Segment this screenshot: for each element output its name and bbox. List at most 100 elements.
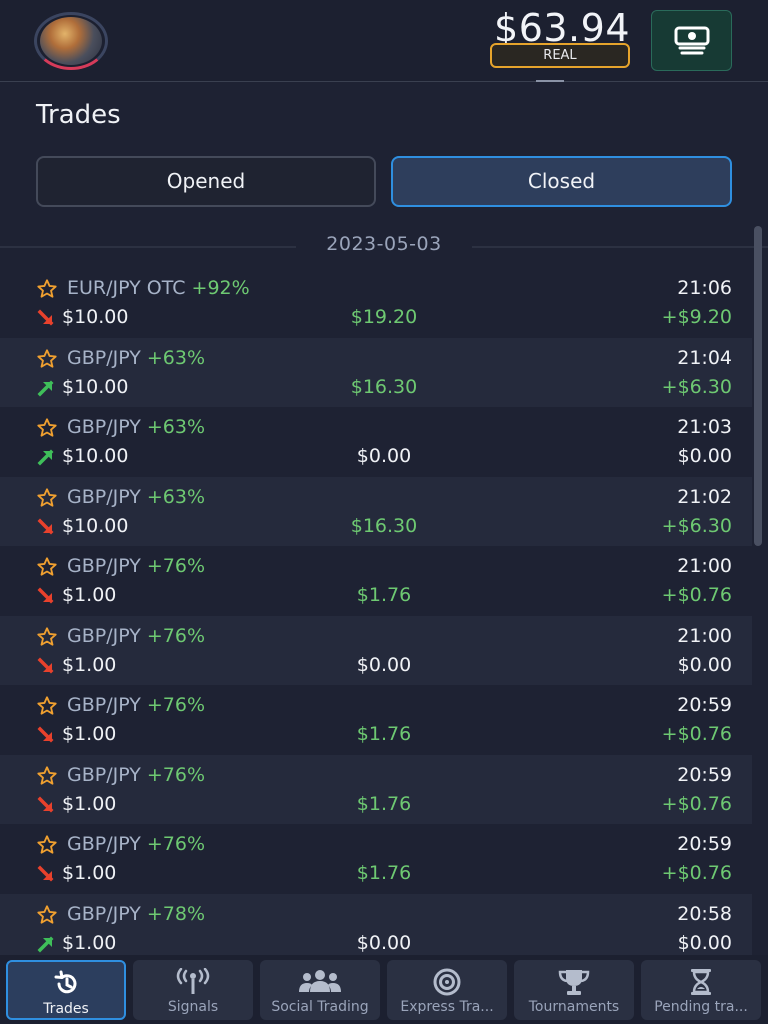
payout-percent: +76% [146, 763, 206, 786]
date-label: 2023-05-03 [326, 233, 442, 255]
trade-profit: $0.00 [677, 653, 732, 676]
trade-row[interactable]: GBP/JPY +78% 20:58 $1.00 $0.00 $0.00 [0, 893, 752, 963]
trade-time: 21:00 [677, 624, 732, 647]
trade-list[interactable]: EUR/JPY OTC +92% 21:06 $10.00 $19.20 +$9.… [0, 268, 752, 963]
star-icon[interactable] [36, 556, 58, 578]
nav-social-trading[interactable]: Social Trading [260, 960, 380, 1020]
trade-row[interactable]: GBP/JPY +63% 21:02 $10.00 $16.30 +$6.30 [0, 476, 752, 546]
history-icon [54, 970, 77, 994]
cash-stack-icon [674, 26, 709, 54]
avatar-level-ring [34, 12, 108, 70]
trade-amount: $10.00 [62, 445, 129, 467]
asset-pair: GBP/JPY [67, 485, 141, 508]
cashier-button[interactable] [651, 10, 732, 71]
trade-time: 21:06 [677, 277, 732, 299]
page-title: Trades [36, 100, 121, 130]
user-avatar[interactable] [34, 12, 108, 70]
scrollbar[interactable] [754, 226, 762, 546]
star-icon[interactable] [36, 765, 58, 787]
payout-percent: +92% [191, 277, 250, 299]
payout-percent: +63% [146, 416, 206, 438]
nav-pending-trades[interactable]: Pending tra... [641, 960, 761, 1020]
nav-tournaments[interactable]: Tournaments [514, 960, 634, 1020]
tab-closed[interactable]: Closed [391, 156, 732, 207]
asset-pair: GBP/JPY [67, 416, 141, 438]
signal-tower-icon [176, 968, 210, 994]
arrow-down-right-icon [37, 309, 54, 326]
arrow-down-right-icon [37, 587, 54, 604]
trade-row[interactable]: GBP/JPY +63% 21:04 $10.00 $16.30 +$6.30 [0, 337, 752, 407]
trade-payout: $1.76 [356, 862, 412, 884]
nav-label: Tournaments [528, 999, 620, 1015]
payout-percent: +76% [146, 555, 206, 577]
asset-pair: GBP/JPY [67, 346, 141, 369]
date-separator: 2023-05-03 [0, 230, 768, 260]
trade-amount: $1.00 [62, 931, 117, 954]
star-icon[interactable] [36, 417, 58, 439]
arrow-down-right-icon [37, 865, 54, 882]
star-icon[interactable] [36, 904, 58, 926]
trade-time: 20:59 [677, 833, 732, 855]
arrow-up-right-icon [37, 380, 54, 396]
trade-profit: +$9.20 [661, 306, 732, 328]
trade-amount: $1.00 [62, 792, 117, 815]
star-icon[interactable] [36, 278, 58, 300]
trade-profit: +$6.30 [661, 514, 732, 537]
star-icon[interactable] [36, 695, 58, 717]
divider [472, 246, 768, 248]
asset-pair: GBP/JPY [67, 694, 141, 716]
top-header: $63.94 REAL [0, 0, 768, 82]
trade-amount: $1.00 [62, 584, 117, 606]
trade-profit: +$0.76 [661, 792, 732, 815]
trade-time: 21:03 [677, 416, 732, 438]
trade-payout: $1.76 [356, 792, 412, 815]
payout-percent: +63% [146, 346, 206, 369]
trade-profit: +$0.76 [661, 584, 732, 606]
trade-profit: +$0.76 [661, 862, 732, 884]
asset-pair: GBP/JPY [67, 763, 141, 786]
trade-payout: $1.76 [356, 584, 412, 606]
trade-profit: $0.00 [677, 445, 732, 467]
nav-signals[interactable]: Signals [133, 960, 253, 1020]
arrow-up-right-icon [37, 449, 54, 466]
trade-row[interactable]: GBP/JPY +76% 20:59 $1.00 $1.76 +$0.76 [0, 754, 752, 824]
trade-row[interactable]: GBP/JPY +76% 20:59 $1.00 $1.76 +$0.76 [0, 685, 752, 755]
payout-percent: +78% [146, 902, 206, 925]
bottom-nav: Trades Signals Social Trading Express Tr… [0, 955, 768, 1024]
trade-amount: $1.00 [62, 723, 117, 745]
trophy-icon [558, 970, 590, 995]
trade-row[interactable]: GBP/JPY +76% 21:00 $1.00 $0.00 $0.00 [0, 615, 752, 685]
tab-opened[interactable]: Opened [36, 156, 376, 207]
payout-percent: +76% [146, 624, 206, 647]
payout-percent: +76% [146, 833, 206, 855]
trade-row[interactable]: GBP/JPY +63% 21:03 $10.00 $0.00 $0.00 [0, 407, 752, 477]
asset-pair: GBP/JPY [67, 555, 141, 577]
account-mode-badge[interactable]: REAL [490, 43, 630, 68]
target-icon [433, 968, 461, 996]
payout-percent: +63% [146, 485, 206, 508]
arrow-up-right-icon [37, 936, 54, 952]
trade-time: 20:58 [677, 902, 732, 925]
trade-payout: $1.76 [356, 723, 412, 745]
payout-percent: +76% [146, 694, 206, 716]
star-icon[interactable] [36, 626, 58, 648]
nav-express-trades[interactable]: Express Tra... [387, 960, 507, 1020]
nav-label: Signals [167, 999, 219, 1015]
trade-amount: $10.00 [62, 306, 129, 328]
star-icon[interactable] [36, 834, 58, 856]
trade-profit: +$0.76 [661, 723, 732, 745]
trade-row[interactable]: GBP/JPY +76% 21:00 $1.00 $1.76 +$0.76 [0, 546, 752, 616]
arrow-down-right-icon [37, 726, 54, 743]
trade-amount: $10.00 [62, 375, 129, 398]
trade-row[interactable]: GBP/JPY +76% 20:59 $1.00 $1.76 +$0.76 [0, 824, 752, 894]
trade-amount: $1.00 [62, 653, 117, 676]
star-icon[interactable] [36, 348, 58, 370]
trade-time: 20:59 [677, 763, 732, 786]
trade-payout: $0.00 [356, 653, 412, 676]
nav-trades[interactable]: Trades [6, 960, 126, 1020]
people-icon [299, 970, 341, 992]
trade-amount: $1.00 [62, 862, 117, 884]
trade-profit: +$6.30 [661, 375, 732, 398]
star-icon[interactable] [36, 487, 58, 509]
trade-row[interactable]: EUR/JPY OTC +92% 21:06 $10.00 $19.20 +$9.… [0, 268, 752, 338]
